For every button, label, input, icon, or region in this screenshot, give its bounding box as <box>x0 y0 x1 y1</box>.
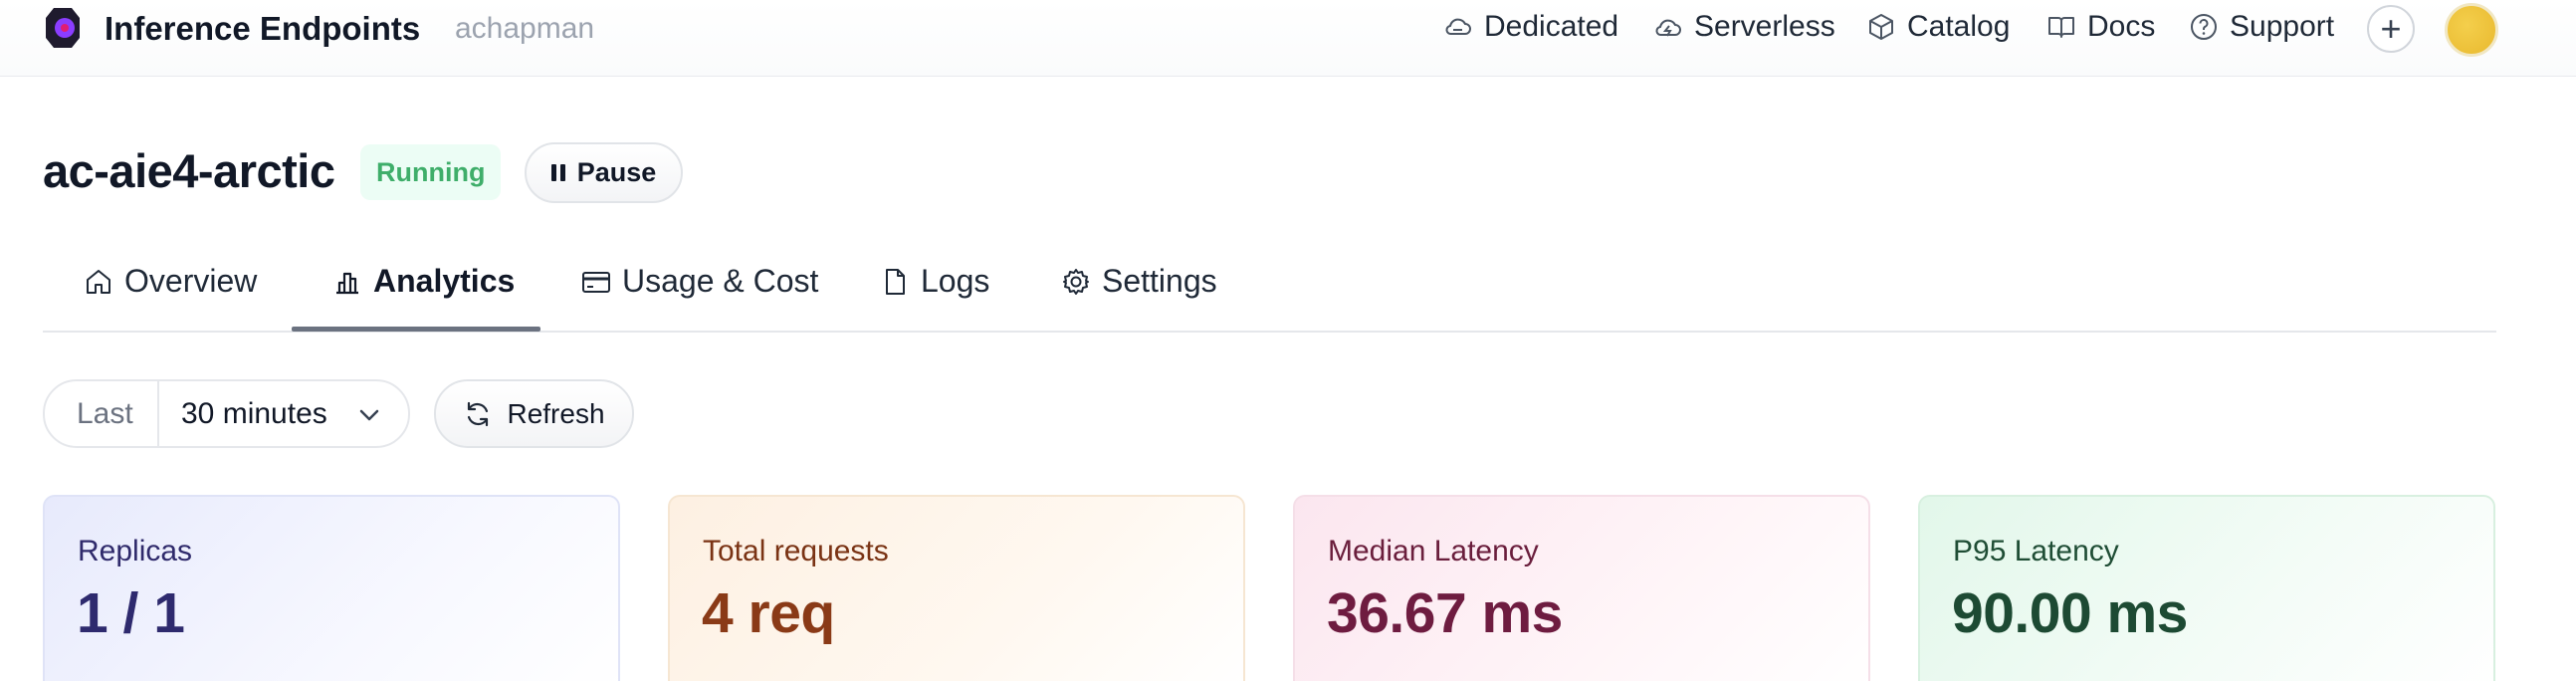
tab-analytics-label: Analytics <box>373 263 516 299</box>
nav-catalog[interactable]: Catalog <box>1865 10 2010 44</box>
refresh-icon <box>468 401 489 426</box>
nav-serverless[interactable]: Serverless <box>1652 10 1835 44</box>
nav-support-label: Support <box>2230 10 2335 43</box>
metric-label: Replicas <box>78 535 193 568</box>
metric-value: 1 / 1 <box>77 581 185 645</box>
time-range-select[interactable]: Last 30 minutes <box>43 379 410 448</box>
home-icon <box>87 269 110 294</box>
credit-card-icon <box>582 271 610 293</box>
nav-dedicated-label: Dedicated <box>1484 10 1619 43</box>
endpoint-name: ac-aie4-arctic <box>43 144 335 197</box>
file-icon <box>886 268 905 295</box>
metric-label: Total requests <box>703 535 889 568</box>
metric-value: 4 req <box>702 581 835 645</box>
tab-settings-label: Settings <box>1102 263 1217 299</box>
cloud-bolt-icon <box>1655 19 1681 37</box>
metric-label: P95 Latency <box>1953 535 2119 568</box>
metric-card-total-requests: Total requests 4 req <box>668 495 1245 681</box>
book-open-icon <box>2048 17 2074 38</box>
status-badge: Running <box>360 144 502 200</box>
metric-card-median-latency: Median Latency 36.67 ms <box>1293 495 1870 681</box>
plus-icon: + <box>2380 8 2402 49</box>
metric-card-p95-latency: P95 Latency 90.00 ms <box>1918 495 2495 681</box>
metric-value: 36.67 ms <box>1327 581 1563 645</box>
nav-docs[interactable]: Docs <box>2045 10 2155 44</box>
nav-catalog-label: Catalog <box>1907 10 2011 43</box>
gear-icon <box>1063 268 1089 295</box>
time-range-prefix: Last <box>77 397 133 430</box>
inference-endpoints-logo-icon[interactable] <box>44 6 82 50</box>
tab-settings[interactable]: Settings <box>1060 263 1217 300</box>
user-avatar[interactable] <box>2445 3 2498 57</box>
metric-value: 90.00 ms <box>1952 581 2188 645</box>
tab-usage-cost-label: Usage & Cost <box>622 263 819 299</box>
metric-label: Median Latency <box>1328 535 1539 568</box>
pause-button[interactable]: Pause <box>525 142 683 203</box>
owner-name[interactable]: achapman <box>455 12 594 46</box>
tab-usage-cost[interactable]: Usage & Cost <box>580 263 818 300</box>
pause-icon <box>550 164 565 181</box>
bar-chart-icon <box>336 272 358 294</box>
refresh-button-label: Refresh <box>507 397 605 429</box>
nav-dedicated[interactable]: Dedicated <box>1442 10 1618 44</box>
nav-support[interactable]: Support <box>2188 10 2334 44</box>
nav-serverless-label: Serverless <box>1694 10 1835 43</box>
refresh-button[interactable]: Refresh <box>434 379 634 448</box>
time-range-divider <box>157 381 159 446</box>
tab-logs[interactable]: Logs <box>879 263 989 300</box>
pause-button-label: Pause <box>576 157 657 187</box>
time-range-value: 30 minutes <box>181 397 327 430</box>
nav-docs-label: Docs <box>2087 10 2156 43</box>
add-button[interactable]: + <box>2367 5 2415 53</box>
active-tab-indicator <box>292 327 540 332</box>
tab-overview[interactable]: Overview <box>83 263 257 300</box>
top-navigation-bar: Inference Endpoints achapman Dedicated S… <box>0 0 2576 77</box>
tab-analytics[interactable]: Analytics <box>331 263 515 300</box>
help-circle-icon <box>2191 14 2217 40</box>
tab-overview-label: Overview <box>124 263 258 299</box>
cloud-icon <box>1445 18 1471 35</box>
metric-card-replicas: Replicas 1 / 1 <box>43 495 620 681</box>
brand-title[interactable]: Inference Endpoints <box>105 10 420 48</box>
endpoint-tabs: Overview Analytics Usage & Cost Logs Set… <box>43 251 2496 333</box>
tab-logs-label: Logs <box>921 263 990 299</box>
chevron-down-icon <box>359 409 379 421</box>
cube-icon <box>1869 14 1893 40</box>
